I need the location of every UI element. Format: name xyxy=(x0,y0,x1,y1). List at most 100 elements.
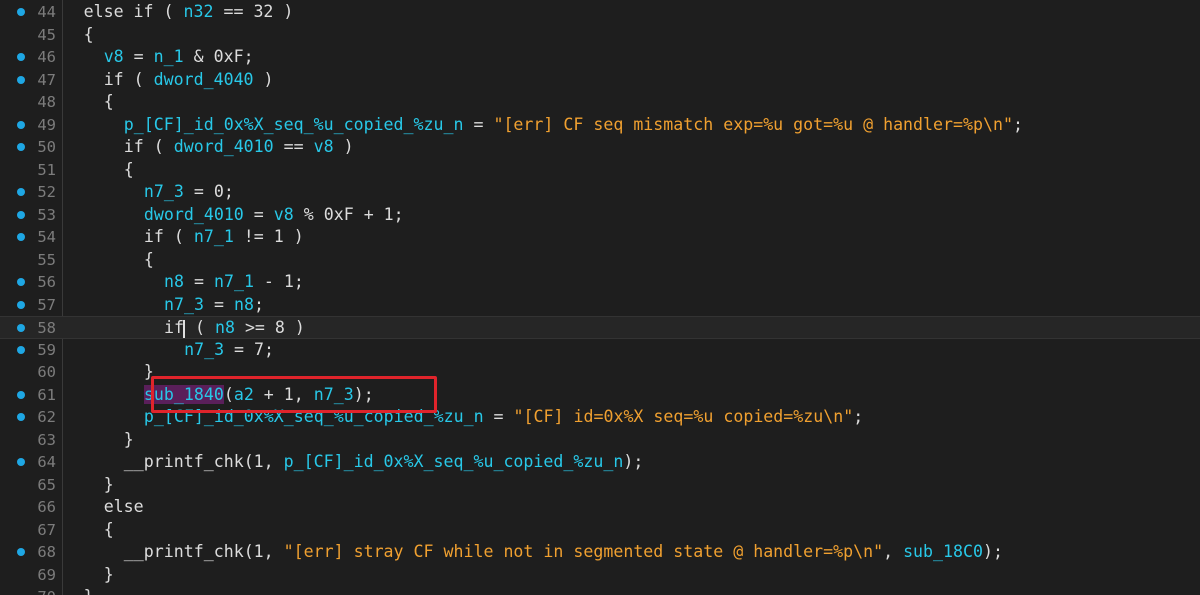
breakpoint-dot-icon[interactable] xyxy=(17,548,25,556)
line-number: 52 xyxy=(37,183,56,201)
code-text: } xyxy=(124,429,134,452)
line-number: 55 xyxy=(37,250,56,269)
identifier: dword_4040 xyxy=(153,69,254,89)
breakpoint-dot-icon[interactable] xyxy=(17,324,25,332)
line-number: 47 xyxy=(37,70,56,89)
line-number: 46 xyxy=(37,48,56,66)
code-token: { xyxy=(103,92,114,111)
code-token: } xyxy=(84,587,94,595)
line-number: 50 xyxy=(37,138,56,156)
code-line[interactable]: 47 if ( dword_4040 ) xyxy=(0,69,1200,92)
line-number: 48 xyxy=(37,93,56,111)
code-line[interactable]: 65} xyxy=(0,474,1200,497)
breakpoint-dot-icon[interactable] xyxy=(17,53,25,61)
line-number: 45 xyxy=(37,25,56,44)
line-number: 57 xyxy=(37,295,56,314)
identifier: n7_1 xyxy=(193,227,234,246)
breakpoint-dot-icon[interactable] xyxy=(17,458,25,466)
code-token: else xyxy=(103,497,144,516)
breakpoint-dot-icon[interactable] xyxy=(17,390,25,399)
code-line[interactable]: 45 { xyxy=(0,24,1200,47)
pseudocode-editor[interactable]: 44 else if ( n32 == 32 ) 45 {46 v8 = n_1 & 0… xyxy=(0,0,1200,595)
string-literal: "[err] CF seq mismatch exp=%u got=%u @ h… xyxy=(493,114,1013,134)
code-text: __printf_chk(1, p_[CF]_id_0x%X_seq_%u_co… xyxy=(124,451,644,474)
breakpoint-dot-icon[interactable] xyxy=(17,300,25,309)
identifier: v8 xyxy=(313,137,334,156)
code-token: ); xyxy=(623,452,644,471)
code-text: if ( n7_1 != 1 ) xyxy=(144,226,304,249)
code-token: __printf_chk xyxy=(123,542,244,561)
code-line[interactable]: 68 __printf_chk(1, "[err] stray CF while … xyxy=(0,541,1200,564)
breakpoint-dot-icon[interactable] xyxy=(17,345,25,354)
line-number: 59 xyxy=(37,340,56,359)
code-token: ) xyxy=(253,69,274,89)
line-number: 51 xyxy=(37,160,56,179)
code-token: ) xyxy=(333,137,354,156)
code-token: } xyxy=(103,474,114,494)
code-text: if ( dword_4010 == v8 ) xyxy=(124,136,354,159)
code-line[interactable]: 56 n8 = n7_1 - 1; xyxy=(0,271,1200,294)
code-token: ; xyxy=(253,294,264,314)
code-token: (1, xyxy=(243,542,284,561)
breakpoint-dot-icon[interactable] xyxy=(17,188,25,196)
code-text: n7_3 = 7; xyxy=(184,339,274,362)
line-number: 70 xyxy=(30,586,56,595)
code-token: ; xyxy=(853,407,864,426)
code-token: } xyxy=(123,429,134,449)
code-token: != 1 ) xyxy=(233,227,304,246)
identifier: v8 xyxy=(273,204,294,224)
code-line[interactable]: 58 if ( n8 >= 8 ) xyxy=(0,316,1200,339)
code-line[interactable]: 51 { xyxy=(0,159,1200,182)
code-token: = xyxy=(483,407,514,426)
line-number: 49 xyxy=(37,115,56,134)
code-line[interactable]: 64 __printf_chk(1, p_[CF]_id_0x%X_seq_%u_… xyxy=(0,451,1200,474)
code-text: dword_4010 = v8 % 0xF + 1; xyxy=(144,204,404,227)
code-line[interactable]: 53 dword_4010 = v8 % 0xF + 1; xyxy=(0,204,1200,227)
breakpoint-dot-icon[interactable] xyxy=(17,75,25,84)
breakpoint-dot-icon[interactable] xyxy=(17,278,25,286)
identifier: sub_18C0 xyxy=(903,542,983,561)
code-line[interactable]: 69} xyxy=(0,564,1200,587)
code-line[interactable]: 44 else if ( n32 == 32 ) xyxy=(0,1,1200,24)
code-token: if ( xyxy=(143,227,194,246)
code-line[interactable]: 63} xyxy=(0,429,1200,452)
code-token: & 0xF; xyxy=(183,47,254,66)
code-token: if xyxy=(164,318,184,337)
breakpoint-dot-icon[interactable] xyxy=(17,120,25,129)
code-token: { xyxy=(83,24,94,44)
code-line[interactable]: 52 n7_3 = 0; xyxy=(0,181,1200,204)
code-token: = 7; xyxy=(224,339,275,359)
code-text: } xyxy=(84,586,94,595)
code-text: v8 = n_1 & 0xF; xyxy=(104,46,254,69)
breakpoint-dot-icon[interactable] xyxy=(17,210,25,219)
breakpoint-dot-icon[interactable] xyxy=(17,233,25,241)
breakpoint-dot-icon[interactable] xyxy=(17,143,25,151)
code-token: ( xyxy=(184,318,215,337)
breakpoint-dot-icon[interactable] xyxy=(17,413,25,421)
identifier: n7_3 xyxy=(164,294,204,314)
code-line[interactable]: 67 { xyxy=(0,519,1200,542)
line-number: 65 xyxy=(37,475,56,494)
identifier: n7_3 xyxy=(143,182,184,201)
breakpoint-dot-icon[interactable] xyxy=(17,8,25,16)
code-token: = 0; xyxy=(183,182,234,201)
code-line[interactable]: 46 v8 = n_1 & 0xF; xyxy=(0,46,1200,69)
code-line[interactable]: 59 n7_3 = 7; xyxy=(0,339,1200,362)
identifier: dword_4010 xyxy=(143,204,244,224)
code-line[interactable]: 55 { xyxy=(0,249,1200,272)
line-number: 53 xyxy=(37,205,56,224)
code-line[interactable]: 70} xyxy=(0,586,1200,595)
code-line[interactable]: 54 if ( n7_1 != 1 ) xyxy=(0,226,1200,249)
string-literal: "[CF] id=0x%X seq=%u copied=%zu\n" xyxy=(513,407,854,426)
code-line[interactable]: 48 { xyxy=(0,91,1200,114)
identifier: n8 xyxy=(164,272,184,291)
highlight-box xyxy=(151,376,437,413)
code-token: == 32 ) xyxy=(213,2,294,21)
code-text: } xyxy=(104,564,114,587)
code-line[interactable]: 49 p_[CF]_id_0x%X_seq_%u_copied_%zu_n = "… xyxy=(0,114,1200,137)
code-line[interactable]: 50 if ( dword_4010 == v8 ) xyxy=(0,136,1200,159)
code-line[interactable]: 66 else xyxy=(0,496,1200,519)
code-token: __printf_chk xyxy=(123,452,244,471)
identifier: v8 xyxy=(103,47,124,66)
code-line[interactable]: 57 n7_3 = n8; xyxy=(0,294,1200,317)
